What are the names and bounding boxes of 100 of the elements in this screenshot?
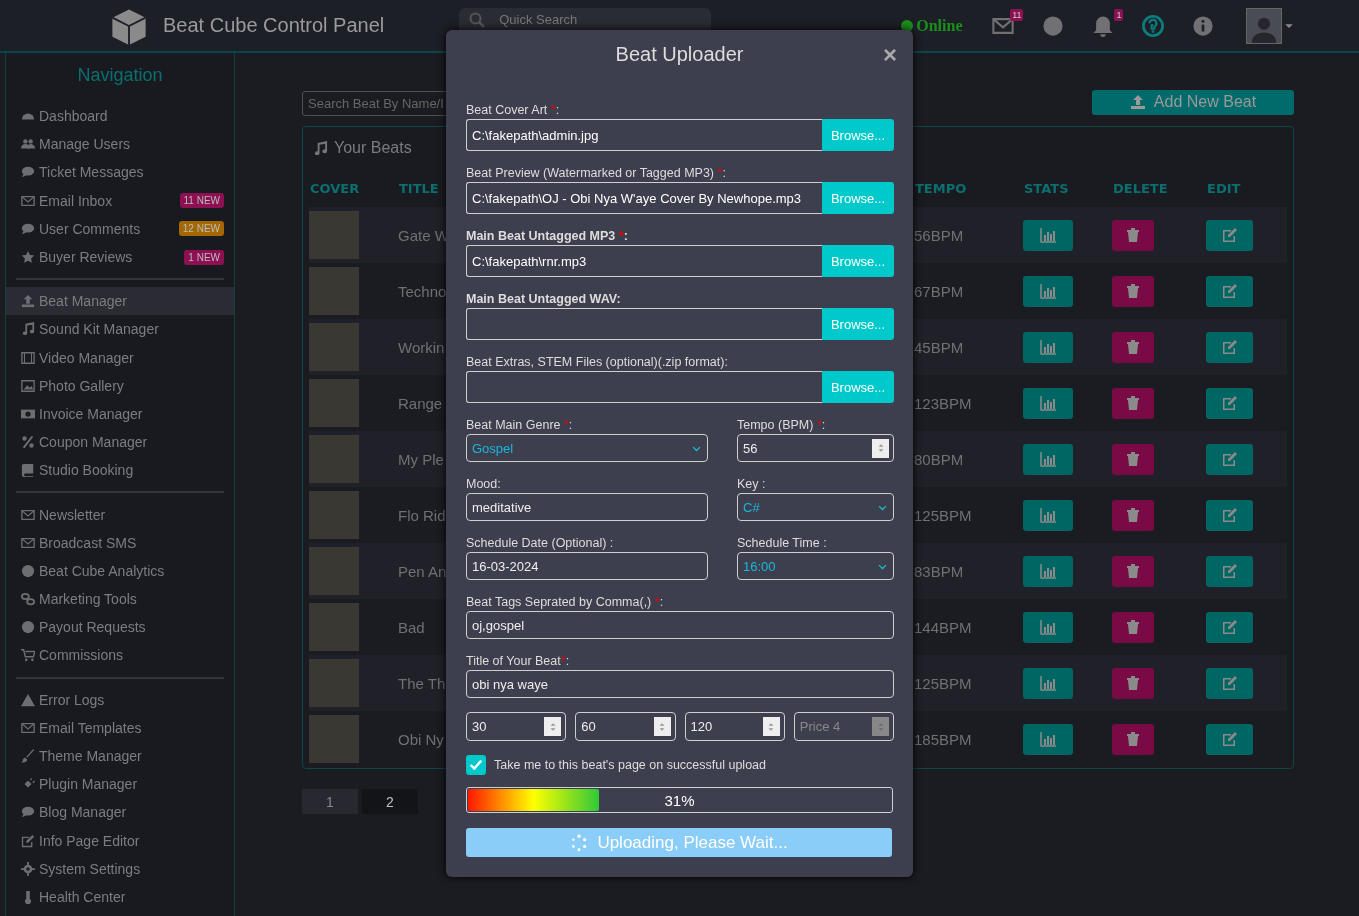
delete-button[interactable] (1112, 723, 1154, 755)
delete-button[interactable] (1112, 443, 1154, 475)
settings-icon (21, 861, 35, 876)
stats-button[interactable] (1023, 275, 1073, 307)
table-cell: 80BPM (914, 450, 964, 468)
stats-button[interactable] (1023, 611, 1073, 643)
upload-icon (1129, 94, 1146, 110)
sidebar-item[interactable]: Sound Kit Manager (6, 315, 234, 344)
edit-button[interactable] (1206, 499, 1253, 531)
close-button[interactable]: × (883, 43, 897, 67)
text-field[interactable]: oj,gospel (466, 611, 894, 639)
price-field[interactable]: 120 (684, 712, 785, 741)
sidebar-item[interactable]: Health Center (6, 882, 234, 912)
edit-button[interactable] (1206, 387, 1253, 419)
sidebar-item[interactable]: Newsletter (6, 500, 234, 529)
edit-button[interactable] (1206, 331, 1253, 363)
text-field[interactable]: obi nya waye (466, 670, 894, 698)
stats-button[interactable] (1023, 723, 1073, 755)
sidebar-item[interactable]: Ticket Messages (6, 158, 234, 187)
number-field[interactable]: 56 (737, 434, 894, 462)
delete-button[interactable] (1112, 499, 1154, 531)
checkbox[interactable] (466, 755, 486, 775)
delete-button[interactable] (1112, 667, 1154, 699)
stats-button[interactable] (1023, 555, 1073, 587)
bar-chart-icon (1039, 675, 1057, 691)
price-field[interactable]: 30 (466, 712, 567, 741)
bell-button[interactable] (1092, 14, 1115, 37)
stats-button[interactable] (1023, 667, 1073, 699)
sidebar-item[interactable]: Plugin Manager (6, 770, 234, 799)
sidebar-item[interactable]: Invoice Manager (6, 399, 234, 429)
sidebar-item[interactable]: Photo Gallery (6, 371, 234, 400)
edit-button[interactable] (1206, 723, 1253, 755)
edit-button[interactable] (1206, 275, 1253, 307)
file-path-field[interactable] (466, 371, 822, 403)
delete-button[interactable] (1112, 387, 1154, 419)
sidebar-item[interactable]: Dashboard (6, 102, 234, 131)
table-cell: 67BPM (914, 282, 964, 300)
sidebar-item[interactable]: Broadcast SMS (6, 528, 234, 557)
sidebar-item[interactable]: Marketing Tools (6, 585, 234, 614)
count-badge: 1 NEW (184, 249, 224, 265)
page-button[interactable]: 2 (362, 789, 418, 814)
sidebar-item[interactable]: Theme Manager (6, 741, 234, 771)
count-badge: 11 NEW (179, 193, 224, 209)
music-note-icon (313, 140, 328, 156)
stats-button[interactable] (1023, 219, 1073, 251)
stats-button[interactable] (1023, 387, 1073, 419)
field-label: Beat Main Genre *: (466, 417, 574, 433)
sidebar-item[interactable]: Beat Cube Analytics (6, 556, 234, 585)
sidebar-item[interactable]: Studio Booking (6, 456, 234, 485)
delete-button[interactable] (1112, 555, 1154, 587)
dropdown[interactable]: Gospel (466, 434, 708, 462)
table-cell: Pen An (398, 562, 447, 580)
avatar[interactable] (1246, 7, 1283, 44)
delete-button[interactable] (1112, 331, 1154, 363)
stats-button[interactable] (1023, 331, 1073, 363)
edit-icon (1220, 283, 1239, 299)
speech-bubble-icon (21, 805, 35, 820)
edit-icon (1220, 563, 1239, 579)
file-path-field[interactable]: C:\fakepath\admin.jpg (466, 119, 822, 151)
stats-button[interactable] (1023, 443, 1073, 475)
delete-button[interactable] (1112, 611, 1154, 643)
sidebar-item[interactable]: Info Page Editor (6, 826, 234, 855)
sidebar-item[interactable]: User Comments 12 NEW (6, 214, 234, 243)
column-header: TEMPO (914, 180, 968, 196)
sidebar-item[interactable]: Buyer Reviews 1 NEW (6, 242, 234, 272)
sidebar-item[interactable]: Blog Manager (6, 798, 234, 827)
sidebar-item[interactable]: Manage Users (6, 130, 234, 159)
edit-button[interactable] (1206, 443, 1253, 475)
sidebar-item[interactable]: Email Inbox 11 NEW (6, 186, 234, 215)
sidebar-item[interactable]: Beat Manager (6, 287, 234, 316)
file-path-field[interactable] (466, 308, 822, 340)
dropdown[interactable]: C# (737, 493, 894, 521)
delete-button[interactable] (1112, 219, 1154, 251)
trash-icon (1124, 283, 1142, 299)
edit-button[interactable] (1206, 611, 1253, 643)
table-cell: Flo Rid (398, 506, 446, 524)
file-path-field[interactable]: C:\fakepath\OJ - Obi Nya W'aye Cover By Newhope.mp3 (466, 182, 822, 214)
stats-button[interactable] (1023, 499, 1073, 531)
trash-icon (1124, 675, 1142, 691)
sidebar-item[interactable]: Commissions (6, 641, 234, 670)
sidebar-item[interactable]: Email Templates (6, 713, 234, 742)
file-path-field[interactable]: C:\fakepath\rnr.mp3 (466, 245, 822, 277)
text-field[interactable]: meditative (466, 493, 708, 521)
edit-button[interactable] (1206, 667, 1253, 699)
sidebar-item[interactable]: Error Logs (6, 685, 234, 714)
edit-button[interactable] (1206, 555, 1253, 587)
info-button[interactable] (1192, 14, 1215, 37)
add-beat-button[interactable]: Add New Beat (1092, 89, 1294, 115)
sidebar-item[interactable]: Video Manager (6, 343, 234, 372)
dropdown[interactable]: 16:00 (737, 552, 894, 580)
delete-button[interactable] (1112, 275, 1154, 307)
edit-button[interactable] (1206, 219, 1253, 251)
sidebar-item[interactable]: System Settings (6, 854, 234, 883)
sidebar-item[interactable]: Coupon Manager (6, 428, 234, 457)
page-button[interactable]: 1 (302, 789, 358, 814)
text-field[interactable]: 16-03-2024 (466, 552, 708, 580)
help-button[interactable] (1142, 14, 1165, 37)
table-cell: Range (398, 394, 443, 412)
price-field[interactable]: 60 (575, 712, 676, 741)
sidebar-item[interactable]: Payout Requests (6, 613, 234, 642)
